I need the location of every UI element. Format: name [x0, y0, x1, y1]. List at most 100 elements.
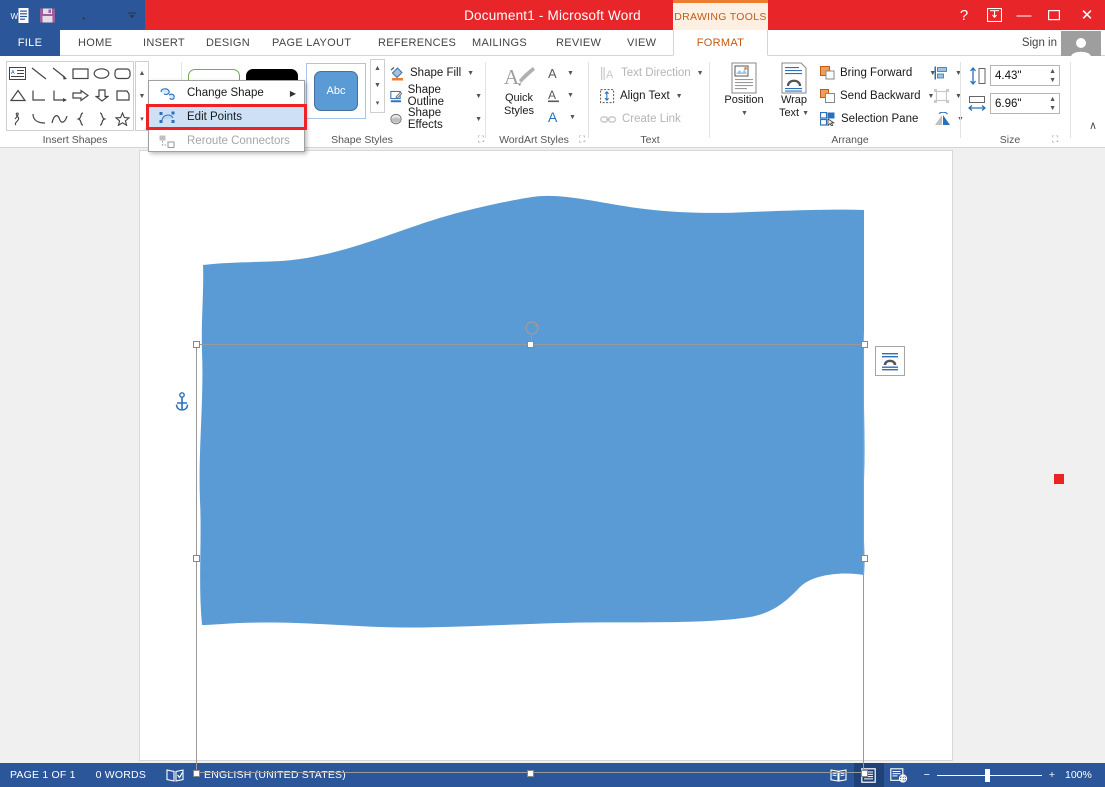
size-dialog-launcher[interactable]: ⛶ — [1052, 134, 1058, 145]
rotate-handle-icon[interactable] — [524, 320, 540, 336]
left-brace-shape-icon[interactable] — [70, 107, 91, 130]
align-text-caret-icon[interactable]: ▼ — [676, 93, 683, 100]
selection-handle-bottom-center[interactable] — [527, 770, 534, 777]
menu-item-change-shape[interactable]: Change Shape ▶ — [149, 81, 304, 105]
avatar[interactable] — [1061, 31, 1101, 57]
proofing-errors-icon[interactable] — [156, 763, 194, 787]
shape-height-input[interactable]: 4.43" ▲▼ — [990, 65, 1060, 86]
create-link-button[interactable]: Create Link — [600, 108, 681, 130]
style-thumb-selected[interactable]: Abc — [306, 63, 366, 119]
position-caret-icon[interactable]: ▼ — [741, 107, 748, 120]
group-objects-button[interactable]: ▼ — [934, 85, 962, 107]
position-button[interactable]: Position ▼ — [716, 62, 772, 120]
text-direction-button[interactable]: A Text Direction ▼ — [600, 62, 704, 84]
wrap-text-caret-icon[interactable]: ▼ — [802, 107, 809, 120]
tab-file[interactable]: FILE — [0, 30, 60, 56]
shapes-gallery-more-icon[interactable]: ▾ — [136, 107, 148, 130]
undo-icon[interactable] — [62, 2, 88, 28]
ribbon-display-options-icon[interactable] — [979, 0, 1009, 30]
shape-styles-scrollbar[interactable]: ▲ ▼ ▾ — [370, 59, 385, 113]
shape-height-control[interactable]: 4.43" ▲▼ — [968, 65, 1060, 86]
shape-effects-button[interactable]: Shape Effects ▼ — [390, 108, 482, 130]
shape-height-spinner[interactable]: ▲▼ — [1049, 67, 1056, 85]
shape-outline-caret-icon[interactable]: ▼ — [475, 93, 482, 100]
maximize-icon[interactable] — [1039, 0, 1069, 30]
wordart-styles-dialog-launcher[interactable]: ⛶ — [579, 134, 585, 145]
save-icon[interactable] — [34, 2, 60, 28]
zoom-in-button[interactable]: + — [1049, 769, 1055, 781]
selection-handle-top-right[interactable] — [861, 341, 868, 348]
textbox-shape-icon[interactable]: A — [7, 62, 28, 85]
align-text-button[interactable]: Align Text ▼ — [600, 85, 683, 107]
send-backward-button[interactable]: Send Backward ▼ — [820, 85, 934, 107]
shape-fill-button[interactable]: Shape Fill ▼ — [390, 62, 474, 84]
align-objects-button[interactable]: ▼ — [934, 62, 962, 84]
shape-width-spinner[interactable]: ▲▼ — [1049, 95, 1056, 113]
selection-handle-bottom-left[interactable] — [193, 770, 200, 777]
oval-shape-icon[interactable] — [91, 62, 112, 85]
page-indicator[interactable]: PAGE 1 OF 1 — [0, 763, 86, 787]
close-icon[interactable]: ✕ — [1069, 0, 1105, 30]
selection-handle-bottom-right[interactable] — [861, 770, 868, 777]
text-outline-button[interactable]: A ▼ — [547, 84, 574, 106]
redo-icon[interactable] — [91, 2, 117, 28]
shapes-scroll-down-icon[interactable]: ▼ — [136, 85, 148, 108]
tab-insert[interactable]: INSERT — [133, 30, 195, 56]
zoom-out-button[interactable]: − — [924, 769, 930, 781]
right-brace-shape-icon[interactable] — [91, 107, 112, 130]
shapes-gallery[interactable]: A — [6, 61, 134, 131]
tab-review[interactable]: REVIEW — [546, 30, 611, 56]
text-direction-caret-icon[interactable]: ▼ — [697, 70, 704, 77]
shape-fill-caret-icon[interactable]: ▼ — [467, 70, 474, 77]
down-arrow-shape-icon[interactable] — [91, 85, 112, 108]
text-effects-button[interactable]: A ▼ — [547, 106, 576, 128]
scribble-shape-icon[interactable] — [7, 107, 28, 130]
styles-scroll-up-icon[interactable]: ▲ — [371, 60, 384, 77]
selection-handle-middle-right[interactable] — [861, 555, 868, 562]
text-fill-caret-icon[interactable]: ▼ — [567, 70, 574, 77]
help-icon[interactable]: ? — [949, 0, 979, 30]
wrap-text-button[interactable]: Wrap Text ▼ — [772, 62, 816, 120]
styles-gallery-more-icon[interactable]: ▾ — [371, 95, 384, 112]
shape-width-input[interactable]: 6.96" ▲▼ — [990, 93, 1060, 114]
menu-item-edit-points[interactable]: Edit Points — [149, 105, 304, 129]
selection-handle-middle-left[interactable] — [193, 555, 200, 562]
sign-in-link[interactable]: Sign in — [1022, 30, 1057, 56]
rounded-rectangle-shape-icon[interactable] — [112, 62, 133, 85]
zoom-level-label[interactable]: 100% — [1065, 769, 1105, 781]
arrow-line-shape-icon[interactable] — [49, 62, 70, 85]
star-shape-icon[interactable] — [112, 107, 133, 130]
shape-outline-button[interactable]: Shape Outline ▼ — [390, 85, 482, 107]
tab-mailings[interactable]: MAILINGS — [462, 30, 537, 56]
minimize-icon[interactable]: — — [1009, 0, 1039, 30]
styles-scroll-down-icon[interactable]: ▼ — [371, 77, 384, 94]
quick-styles-button[interactable]: A Quick Styles — [493, 64, 545, 118]
selection-handle-top-left[interactable] — [193, 341, 200, 348]
selection-pane-button[interactable]: Selection Pane — [820, 108, 918, 130]
tab-home[interactable]: HOME — [68, 30, 122, 56]
web-layout-icon[interactable] — [884, 763, 914, 787]
elbow-connector-icon[interactable] — [28, 85, 49, 108]
line-shape-icon[interactable] — [28, 62, 49, 85]
text-effects-caret-icon[interactable]: ▼ — [569, 114, 576, 121]
zoom-slider[interactable]: − + — [914, 769, 1065, 781]
elbow-arrow-connector-icon[interactable] — [49, 85, 70, 108]
text-outline-caret-icon[interactable]: ▼ — [567, 92, 574, 99]
tab-format[interactable]: FORMAT — [673, 30, 768, 56]
zoom-slider-track[interactable] — [937, 775, 1042, 776]
layout-options-button[interactable] — [875, 346, 905, 376]
shape-effects-caret-icon[interactable]: ▼ — [475, 116, 482, 123]
tab-references[interactable]: REFERENCES — [368, 30, 466, 56]
tab-view[interactable]: VIEW — [617, 30, 666, 56]
arc-shape-icon[interactable] — [28, 107, 49, 130]
tab-page-layout[interactable]: PAGE LAYOUT — [262, 30, 361, 56]
bring-forward-button[interactable]: Bring Forward ▼ — [820, 62, 936, 84]
text-fill-button[interactable]: A ▼ — [547, 62, 574, 84]
collapse-ribbon-icon[interactable]: ∧ — [1089, 119, 1097, 132]
zoom-slider-thumb[interactable] — [985, 769, 990, 782]
document-canvas-area[interactable] — [0, 148, 1105, 763]
selection-handle-top-center[interactable] — [527, 341, 534, 348]
word-count[interactable]: 0 WORDS — [86, 763, 156, 787]
shapes-scroll-up-icon[interactable]: ▲ — [136, 62, 148, 85]
shapes-gallery-scrollbar[interactable]: ▲ ▼ ▾ — [135, 61, 149, 131]
